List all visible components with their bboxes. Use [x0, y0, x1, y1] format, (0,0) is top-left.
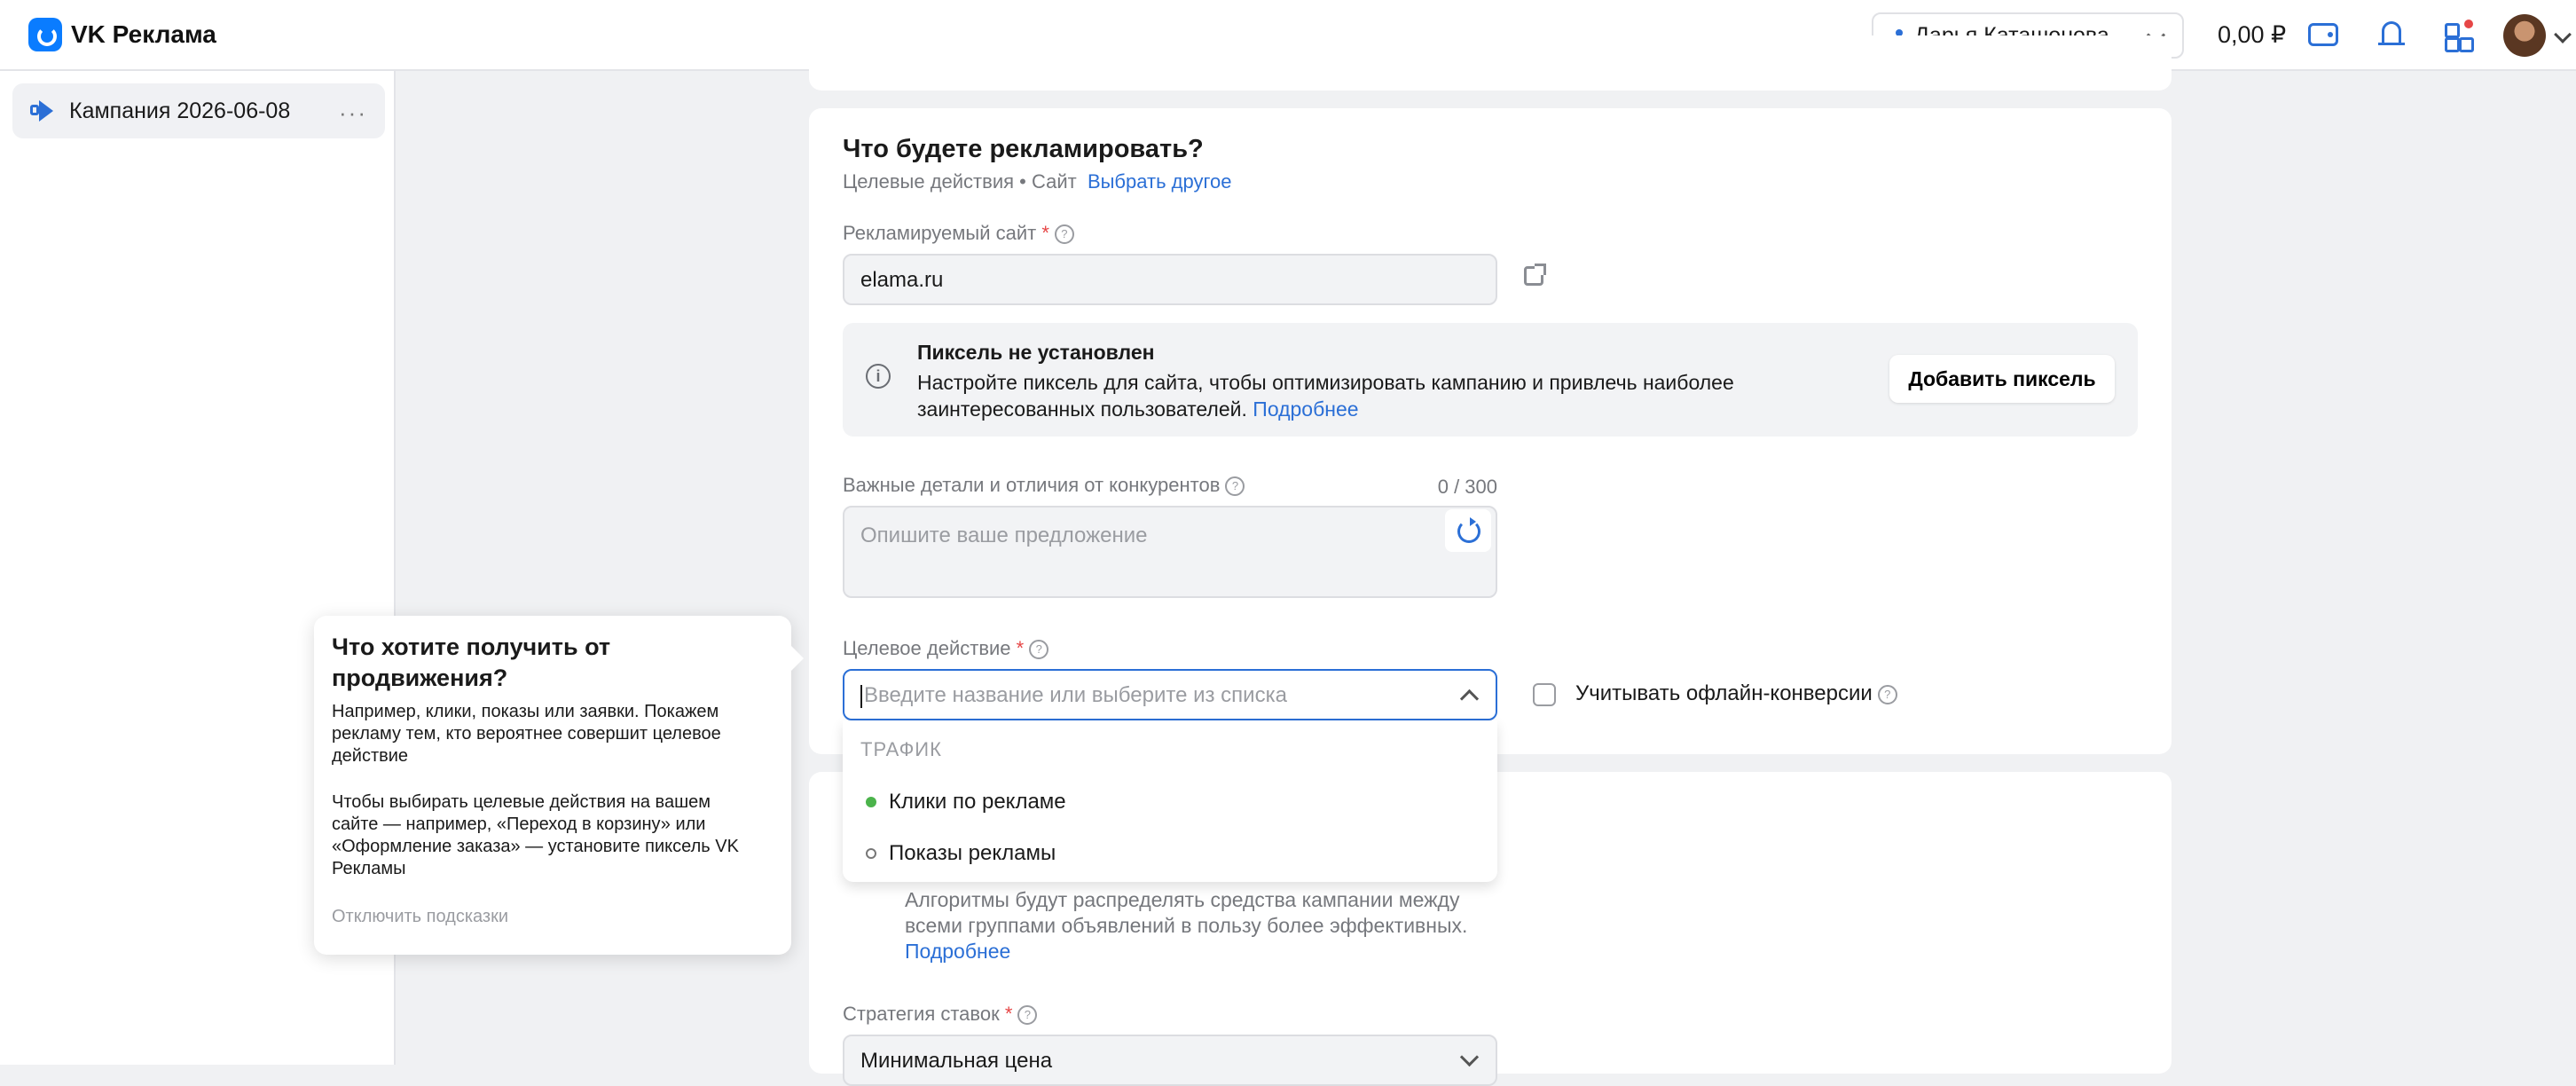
offline-conversions-checkbox[interactable]	[1533, 683, 1556, 706]
strategy-description: Алгоритмы будут распределять средства ка…	[905, 888, 1468, 963]
help-icon[interactable]: ?	[1054, 224, 1074, 245]
target-action-input[interactable]: Введите название или выберите из списка	[843, 669, 1497, 720]
site-field[interactable]: elama.ru	[843, 254, 1497, 305]
info-icon: i	[866, 364, 891, 389]
disable-hints-link[interactable]: Отключить подсказки	[332, 907, 508, 927]
option-clicks[interactable]: Клики по рекламе	[866, 790, 1066, 814]
help-icon[interactable]: ?	[1225, 476, 1245, 497]
help-icon[interactable]: ?	[1029, 640, 1049, 660]
add-pixel-button[interactable]: Добавить пиксель	[1889, 355, 2115, 403]
pixel-notice: i Пиксель не установлен Настройте пиксел…	[843, 323, 2138, 437]
section-title: Что будете рекламировать?	[843, 135, 1204, 163]
app-title: VK Реклама	[71, 20, 216, 48]
bid-strategy-label: Стратегия ставок *?	[843, 1003, 1038, 1026]
chevron-down-icon	[1459, 1047, 1480, 1067]
details-textarea[interactable]: Опишите ваше предложение	[843, 506, 1497, 598]
bid-strategy-select[interactable]: Минимальная цена	[843, 1035, 1497, 1086]
help-icon[interactable]: ?	[1877, 684, 1897, 704]
tooltip-text: Например, клики, показы или заявки. Пока…	[332, 702, 721, 766]
pixel-text: Настройте пиксель для сайта, чтобы оптим…	[917, 371, 1734, 421]
logo[interactable]: VK Реклама	[28, 18, 216, 51]
selected-dot-icon	[866, 797, 876, 807]
help-icon[interactable]: ?	[1017, 1005, 1038, 1026]
balance[interactable]: 0,00 ₽	[2218, 21, 2286, 49]
chevron-down-icon[interactable]	[2554, 26, 2572, 43]
chevron-up-icon[interactable]	[1459, 689, 1480, 709]
option-impressions[interactable]: Показы рекламы	[866, 841, 1056, 866]
advertise-section-card: Что будете рекламировать? Целевые действ…	[809, 108, 2172, 754]
sidebar-item-label: Кампания 2026-06-08	[69, 98, 291, 123]
pixel-more-link[interactable]: Подробнее	[1253, 397, 1358, 421]
details-counter: 0 / 300	[1437, 476, 1497, 498]
tooltip-text: Чтобы выбирать целевые действия на вашем…	[332, 792, 739, 878]
site-label: Рекламируемый сайт *?	[843, 222, 1074, 245]
details-label: Важные детали и отличия от конкурентов?	[843, 474, 1245, 497]
notification-dot	[2464, 20, 2473, 28]
previous-section-card	[809, 35, 2172, 90]
section-subtitle: Целевые действия • Сайт Выбрать другое	[843, 170, 1232, 193]
strategy-more-link[interactable]: Подробнее	[905, 940, 1010, 963]
more-options-icon[interactable]: ···	[339, 99, 367, 127]
offline-conversions-label: Учитывать офлайн-конверсии?	[1575, 681, 1897, 706]
avatar[interactable]	[2503, 14, 2546, 57]
megaphone-icon	[28, 100, 55, 122]
pixel-title: Пиксель не установлен	[917, 341, 1155, 364]
bell-icon[interactable]	[2374, 18, 2409, 53]
wallet-icon[interactable]	[2306, 18, 2342, 53]
regenerate-icon[interactable]	[1445, 509, 1491, 552]
onboarding-tooltip: Что хотите получить от продвижения? Напр…	[314, 616, 804, 955]
tooltip-title: Что хотите получить от продвижения?	[332, 634, 611, 691]
change-objective-link[interactable]: Выбрать другое	[1088, 170, 1232, 193]
target-action-label: Целевое действие *?	[843, 637, 1049, 660]
sidebar-item-campaign[interactable]: Кампания 2026-06-08 ···	[12, 83, 385, 138]
text-caret	[860, 684, 862, 708]
apps-grid-icon[interactable]	[2441, 18, 2477, 53]
external-link-icon[interactable]	[1524, 264, 1546, 286]
vk-ads-logo-icon	[28, 18, 62, 51]
dropdown-group-label: ТРАФИК	[860, 738, 942, 760]
unselected-dot-icon	[866, 848, 876, 859]
target-action-dropdown: ТРАФИК Клики по рекламе Показы рекламы	[843, 720, 1497, 882]
